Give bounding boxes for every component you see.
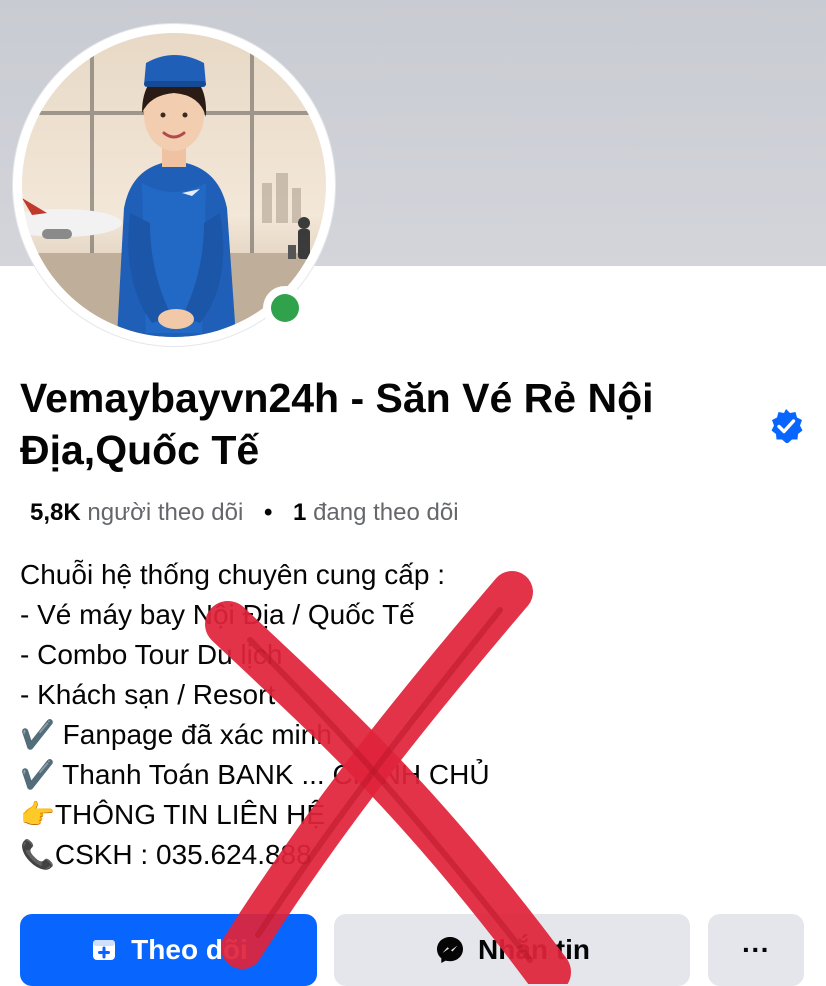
follow-icon [93, 940, 116, 960]
page-bio: Chuỗi hệ thống chuyên cung cấp : - Vé má… [20, 555, 490, 875]
bio-line: 📞CSKH : 035.624.888 [20, 839, 312, 870]
bio-line: ✔️ Fanpage đã xác minh [20, 719, 332, 750]
messenger-icon [437, 937, 463, 963]
following-label[interactable]: đang theo dõi [313, 499, 458, 526]
verified-badge-icon [771, 409, 803, 443]
follow-stats: 5,8K người theo dõi • 1 đang theo dõi [30, 499, 459, 527]
bio-line: - Combo Tour Du lịch [20, 639, 283, 670]
bio-line: 👉THÔNG TIN LIÊN HỆ [20, 799, 326, 830]
follow-button-label: Theo dõi [131, 934, 248, 965]
following-count[interactable]: 1 [293, 499, 306, 526]
profile-avatar[interactable] [13, 24, 335, 346]
message-button[interactable]: Nhắn tin [334, 914, 690, 986]
more-options-button[interactable]: ··· [708, 914, 804, 986]
bio-line: ✔️ Thanh Toán BANK ... CHÍNH CHỦ [20, 759, 490, 790]
message-button-label: Nhắn tin [478, 934, 590, 965]
bio-line: - Khách sạn / Resort [20, 679, 276, 710]
online-status-indicator [263, 286, 307, 330]
follow-button[interactable]: Theo dõi [20, 914, 317, 986]
page-title: Vemaybayvn24h - Săn Vé Rẻ Nội Địa,Quốc T… [20, 375, 654, 473]
followers-label[interactable]: người theo dõi [87, 499, 243, 526]
bio-line: Chuỗi hệ thống chuyên cung cấp : [20, 559, 445, 590]
more-icon: ··· [742, 934, 770, 965]
stats-separator: • [263, 499, 273, 526]
bio-line: - Vé máy bay Nội Địa / Quốc Tế [20, 599, 415, 630]
followers-count[interactable]: 5,8K [30, 499, 81, 526]
